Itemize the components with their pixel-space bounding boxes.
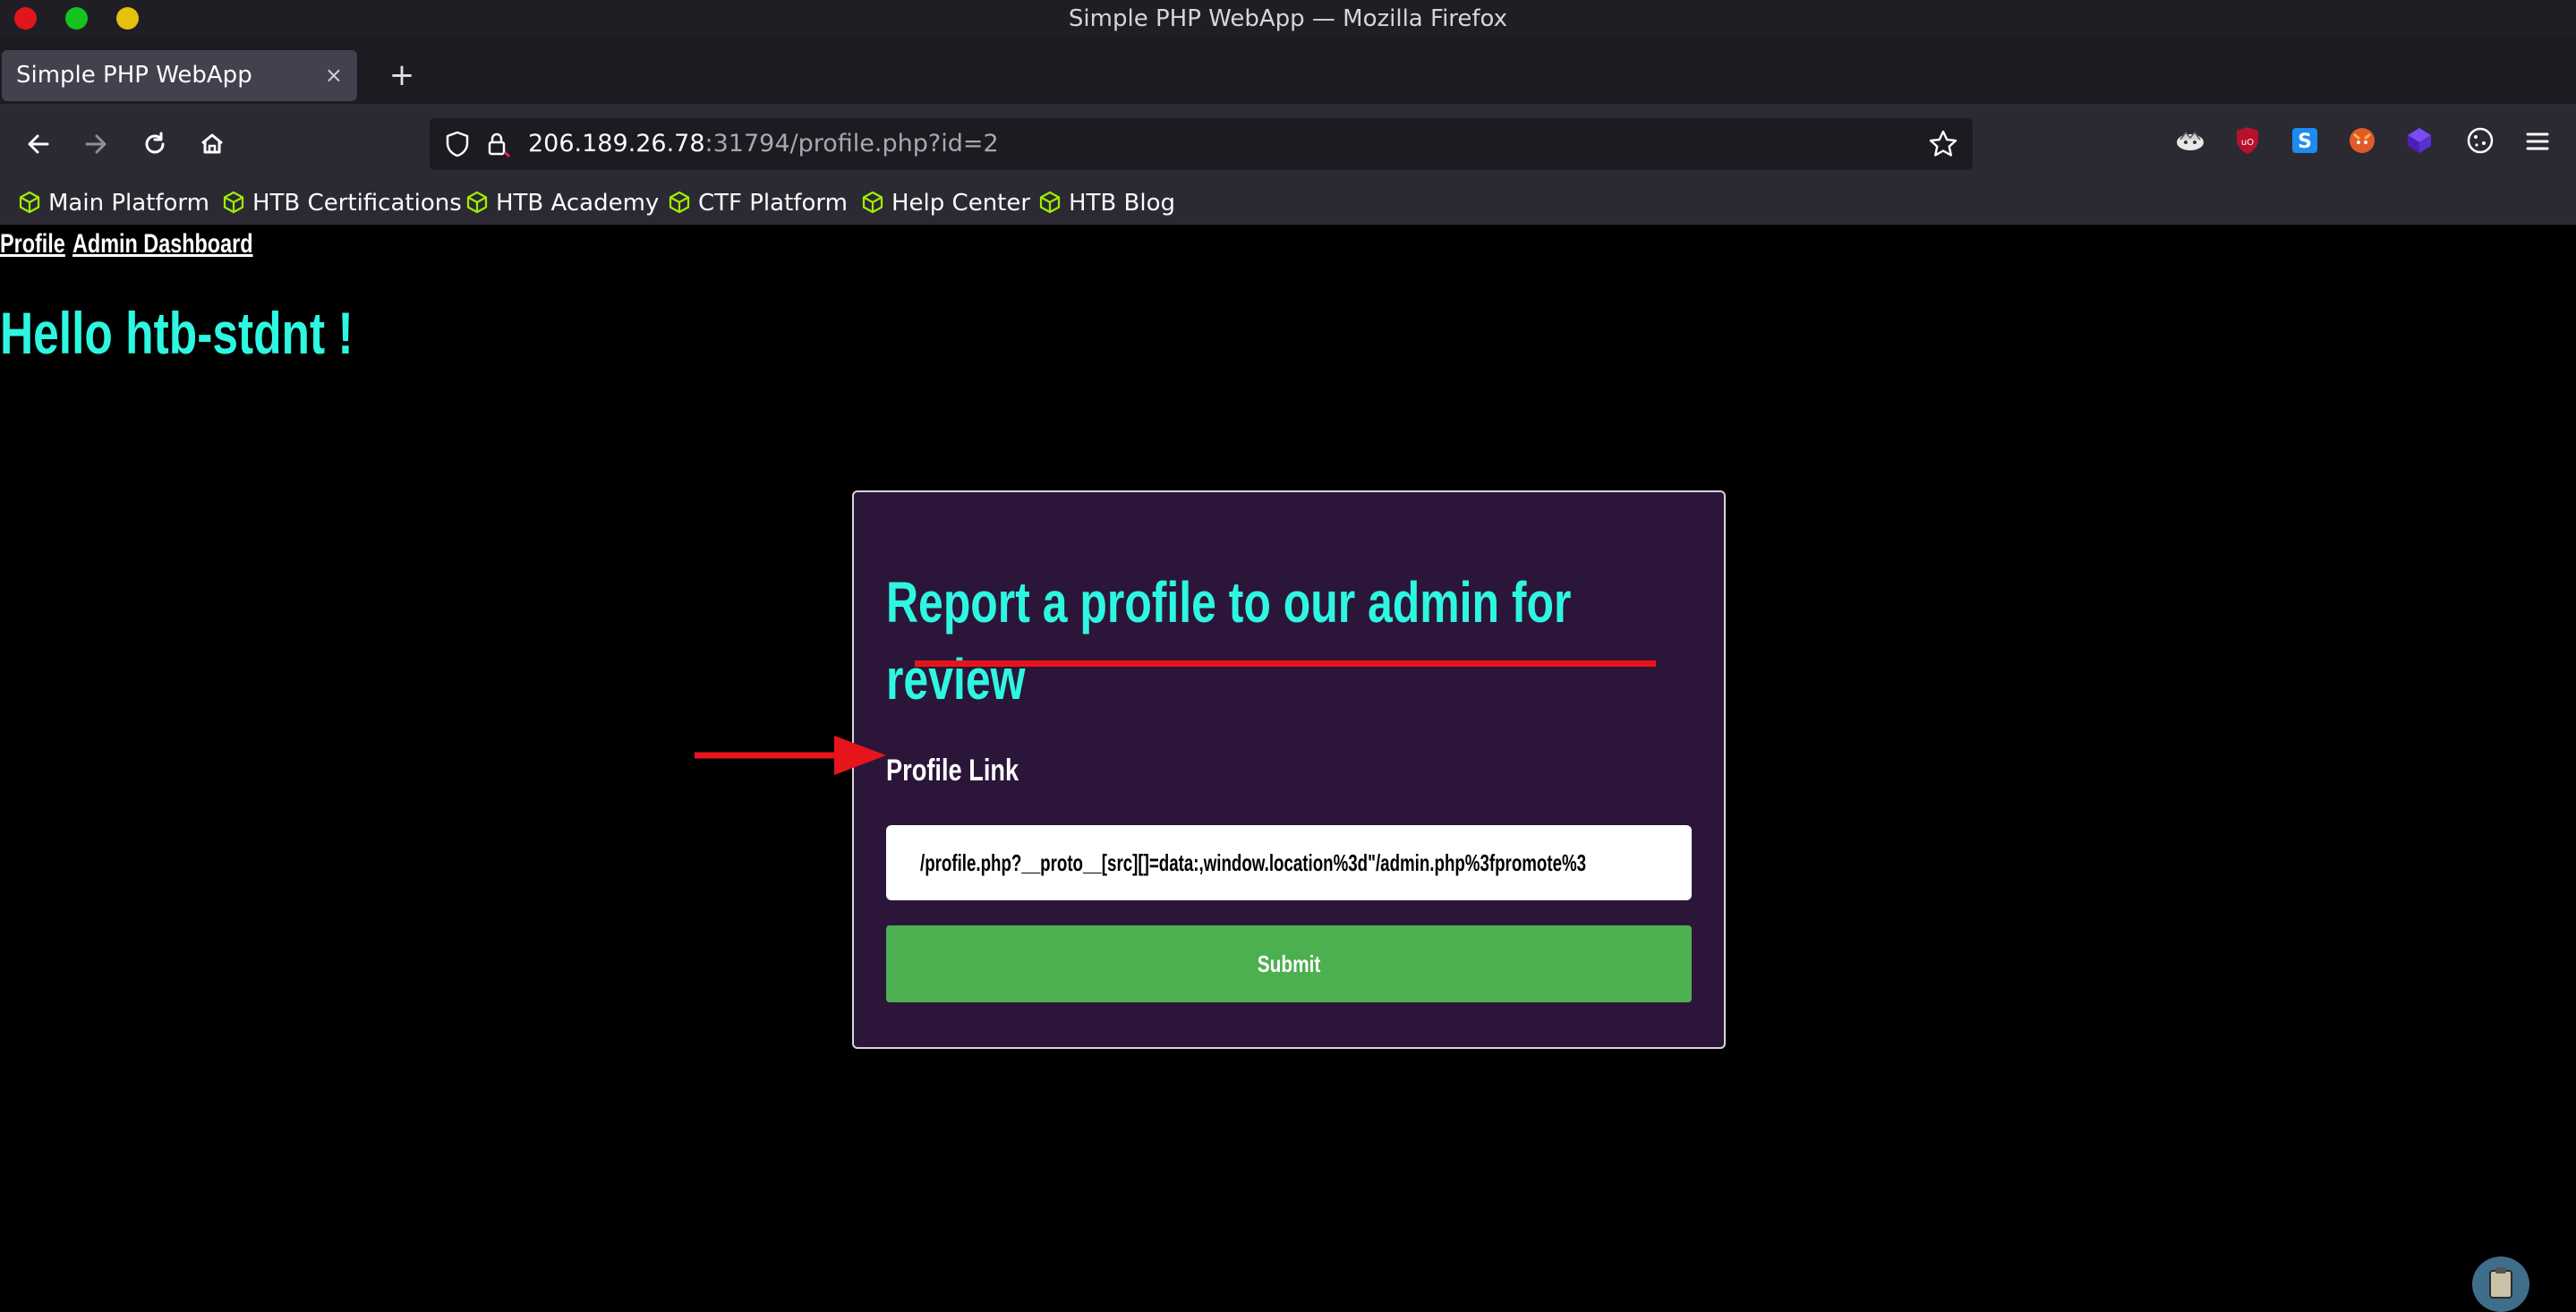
fox-extension-icon[interactable] [2345,124,2379,158]
url-host: 206.189.26.78 [528,130,705,158]
page-content: Profile Admin Dashboard Hello htb-stdnt … [0,226,2576,1312]
reload-icon[interactable] [134,124,175,165]
annotation-underline [915,660,1656,667]
greeting-heading: Hello htb-stdnt ! [0,300,354,366]
new-tab-button[interactable]: + [380,50,424,101]
bookmark-label: HTB Certifications [252,190,462,217]
svg-text:uO: uO [2241,138,2254,148]
svg-text:S: S [2298,131,2312,153]
bookmark-help-center[interactable]: Help Center [861,184,1030,226]
clipboard-icon [2489,1267,2512,1299]
annotation-arrow-icon [695,736,886,775]
bookmark-htb-certifications[interactable]: HTB Certifications [222,184,462,226]
htb-cube-icon [862,191,883,214]
htb-cube-icon [223,191,244,214]
bookmark-label: CTF Platform [698,190,848,217]
s-extension-icon[interactable]: S [2288,124,2322,158]
lock-icon[interactable] [482,129,512,159]
home-icon[interactable] [192,124,233,165]
profile-link[interactable]: Profile [0,229,65,260]
htb-cube-icon [1039,191,1061,214]
url-bar[interactable]: 206.189.26.78:31794/profile.php?id=2 [430,118,1973,170]
htb-cube-icon [466,191,488,214]
tab-close-icon[interactable]: × [325,50,343,101]
hamburger-menu-icon[interactable] [2520,124,2555,159]
clipboard-button[interactable] [2472,1257,2529,1312]
profile-link-input-value: /profile.php?__proto__[src][]=data:,wind… [920,849,1587,876]
bookmark-label: Main Platform [48,190,209,217]
tab-strip: Simple PHP WebApp × + [0,38,2576,104]
bookmark-main-platform[interactable]: Main Platform [18,184,209,226]
window-titlebar: Simple PHP WebApp — Mozilla Firefox [0,0,2576,38]
profile-link-label: Profile Link [886,754,1019,788]
htb-cube-icon [669,191,690,214]
htb-cube-icon [19,191,40,214]
forward-icon[interactable] [75,124,116,165]
window-title: Simple PHP WebApp — Mozilla Firefox [1068,5,1508,32]
report-profile-card: Report a profile to our admin for review… [852,490,1726,1049]
bookmarks-toolbar: Main Platform HTB Certifications HTB Aca… [0,184,2576,226]
tab-simple-php-webapp[interactable]: Simple PHP WebApp × [2,50,357,101]
bookmark-ctf-platform[interactable]: CTF Platform [668,184,848,226]
bookmark-label: HTB Blog [1069,190,1176,217]
bookmark-label: HTB Academy [496,190,660,217]
bookmark-htb-academy[interactable]: HTB Academy [465,184,659,226]
tab-title: Simple PHP WebApp [16,62,252,89]
bookmark-htb-blog[interactable]: HTB Blog [1038,184,1175,226]
url-text[interactable]: 206.189.26.78:31794/profile.php?id=2 [528,118,999,170]
submit-label: Submit [1257,950,1321,977]
url-path: :31794/profile.php?id=2 [704,130,999,158]
ublock-origin-icon[interactable]: uO [2231,124,2265,158]
submit-button[interactable]: Submit [886,925,1692,1002]
bookmark-star-icon[interactable] [1926,127,1960,161]
hack-the-box-icon[interactable] [2173,124,2207,158]
cookie-icon[interactable] [2463,124,2497,158]
bookmark-label: Help Center [891,190,1031,217]
profile-link-input[interactable]: /profile.php?__proto__[src][]=data:,wind… [886,825,1692,900]
cube-extension-icon[interactable] [2402,124,2436,158]
shield-icon[interactable] [442,129,473,159]
admin-dashboard-link[interactable]: Admin Dashboard [73,229,253,260]
back-icon[interactable] [18,124,59,165]
card-title: Report a profile to our admin for review [886,570,1572,711]
